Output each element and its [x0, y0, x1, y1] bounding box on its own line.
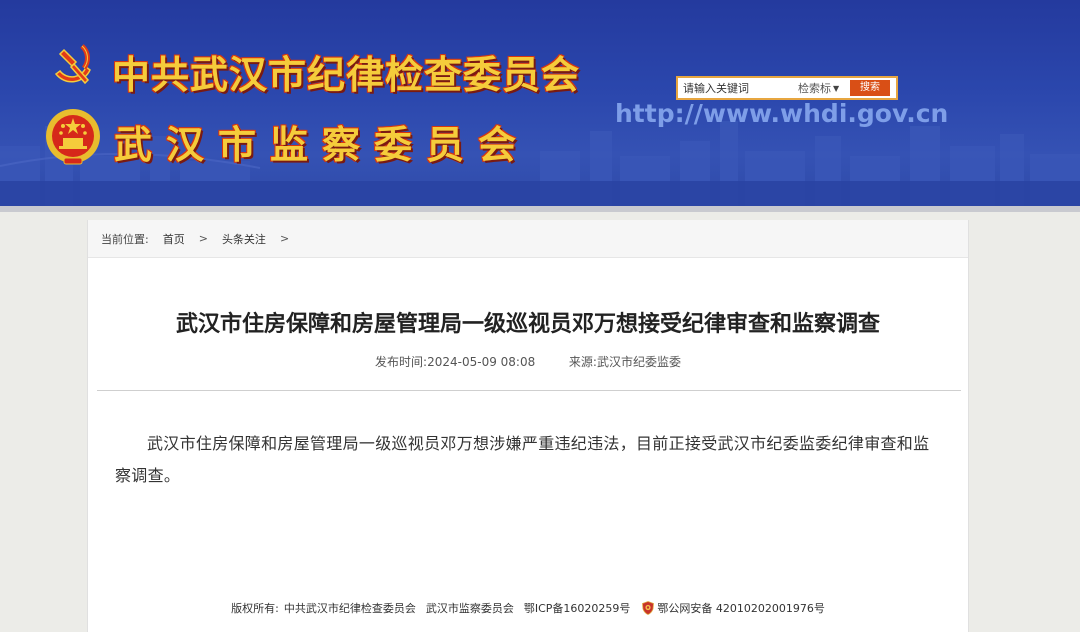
breadcrumb-label: 当前位置:: [101, 232, 149, 246]
search-button[interactable]: 搜索: [850, 80, 890, 96]
hammer-sickle-emblem-icon: [54, 44, 91, 85]
footer: 版权所有: 中共武汉市纪律检查委员会 武汉市监察委员会 鄂ICP备1602025…: [88, 600, 968, 616]
article-meta: 发布时间:2024-05-09 08:08 来源:武汉市纪委监委: [88, 353, 968, 370]
search-input[interactable]: [678, 78, 794, 98]
article-source: 武汉市纪委监委: [596, 355, 681, 369]
footer-org-gov: 武汉市监察委员会: [425, 602, 514, 615]
footer-org-party: 中共武汉市纪律检查委员会: [283, 602, 416, 615]
title-divider: [97, 390, 961, 391]
copyright-label: 版权所有:: [231, 602, 279, 615]
search-scope-select[interactable]: 检索标 ▼: [794, 78, 846, 98]
chevron-down-icon: ▼: [833, 83, 840, 93]
search-form: 检索标 ▼ 搜索: [676, 76, 898, 100]
police-record-link[interactable]: 鄂公网安备 42010202001976号: [657, 600, 824, 616]
content-panel: 当前位置: 首页 > 头条关注 > 武汉市住房保障和房屋管理局一级巡视员邓万想接…: [87, 220, 969, 632]
site-title-gov: 武汉市监察委员会: [114, 123, 531, 167]
breadcrumb-item-headlines[interactable]: 头条关注: [222, 231, 266, 247]
publish-time: 2024-05-09 08:08: [427, 355, 536, 369]
search-scope-value: 检索标: [798, 82, 831, 95]
source-label: 来源:: [568, 355, 597, 369]
national-emblem-icon: [46, 109, 100, 165]
breadcrumb: 当前位置: 首页 > 头条关注 >: [88, 220, 968, 258]
header-banner: 中共武汉市纪律检查委员会 武汉市监察委员会 检索标 ▼ 搜索 http://ww…: [0, 0, 1080, 206]
banner-bottom-strip: [0, 206, 1080, 212]
breadcrumb-separator: >: [198, 232, 208, 245]
site-title-party: 中共武汉市纪律检查委员会: [112, 53, 581, 97]
article-body: 武汉市住房保障和房屋管理局一级巡视员邓万想涉嫌严重违纪违法，目前正接受武汉市纪委…: [115, 434, 930, 485]
police-badge-icon: [642, 601, 655, 615]
site-url: http://www.whdi.gov.cn: [615, 99, 949, 128]
breadcrumb-separator: >: [279, 232, 290, 245]
publish-time-label: 发布时间:: [375, 355, 428, 369]
breadcrumb-item-home[interactable]: 首页: [163, 231, 185, 247]
article-title: 武汉市住房保障和房屋管理局一级巡视员邓万想接受纪律审查和监察调查: [175, 312, 880, 337]
icp-record-link[interactable]: 鄂ICP备16020259号: [524, 600, 631, 616]
